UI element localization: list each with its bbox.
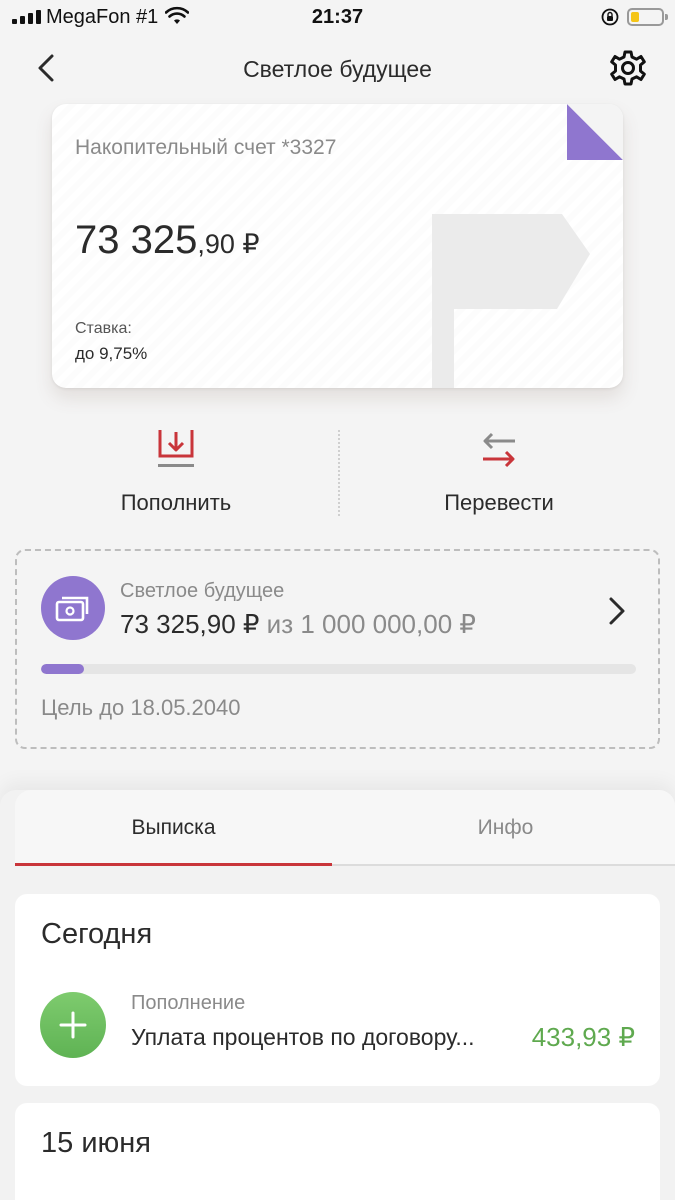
card-corner-fold bbox=[567, 104, 623, 160]
page-title: Светлое будущее bbox=[243, 56, 432, 82]
transfer-button[interactable]: Перевести bbox=[399, 428, 599, 516]
top-up-icon bbox=[158, 430, 194, 467]
goal-progress-bar bbox=[41, 664, 636, 674]
account-name: Накопительный счет *3327 bbox=[75, 136, 337, 159]
account-balance: 73 325,90 ₽ bbox=[75, 218, 260, 263]
transaction-category: Пополнение bbox=[131, 992, 246, 1014]
tab-info[interactable]: Инфо bbox=[347, 790, 664, 866]
status-bar: MegaFon #1 21:37 bbox=[0, 0, 675, 36]
flag-watermark-icon bbox=[432, 214, 590, 388]
goal-amounts: 73 325,90 ₽ из 1 000 000,00 ₽ bbox=[120, 609, 476, 640]
goal-avatar bbox=[41, 576, 105, 640]
statement-sheet: Выписка Инфо Сегодня Пополнение Уплата п… bbox=[0, 790, 675, 1200]
tab-statement[interactable]: Выписка bbox=[15, 790, 332, 866]
goal-deadline: Цель до 18.05.2040 bbox=[41, 695, 241, 720]
account-card[interactable]: Накопительный счет *3327 73 325,90 ₽ Ста… bbox=[52, 104, 623, 388]
goal-target-amount: из 1 000 000,00 ₽ bbox=[266, 609, 476, 639]
balance-main: 73 325 bbox=[75, 218, 198, 262]
day-group-title: 15 июня bbox=[41, 1127, 151, 1159]
goal-progress-fill bbox=[41, 664, 85, 674]
day-group-june-15: 15 июня bbox=[15, 1103, 660, 1200]
day-group-today: Сегодня Пополнение Уплата процентов по д… bbox=[15, 894, 660, 1086]
transfer-arrows-icon bbox=[483, 432, 515, 468]
rate-value: до 9,75% bbox=[75, 344, 148, 363]
transaction-row[interactable]: Пополнение Уплата процентов по договору.… bbox=[15, 986, 660, 1076]
savings-goal-card[interactable]: Светлое будущее 73 325,90 ₽ из 1 000 000… bbox=[15, 549, 660, 749]
settings-button[interactable] bbox=[608, 48, 648, 88]
tab-bar: Выписка Инфо bbox=[15, 790, 675, 866]
actions-divider bbox=[338, 430, 340, 516]
chevron-right-icon bbox=[609, 597, 625, 625]
day-group-title: Сегодня bbox=[41, 918, 153, 950]
plus-icon bbox=[59, 1011, 87, 1039]
transfer-label: Перевести bbox=[444, 490, 554, 515]
transaction-description: Уплата процентов по договору... bbox=[131, 1024, 475, 1050]
rotation-lock-icon bbox=[600, 7, 620, 32]
transaction-avatar bbox=[40, 992, 106, 1058]
clock: 21:37 bbox=[311, 6, 364, 28]
top-up-label: Пополнить bbox=[120, 490, 232, 515]
battery-icon bbox=[627, 8, 668, 26]
goal-name: Светлое будущее bbox=[120, 580, 285, 602]
balance-fraction: ,90 ₽ bbox=[197, 229, 260, 259]
transaction-amount: 433,93 ₽ bbox=[531, 1022, 635, 1052]
goal-current-amount: 73 325,90 ₽ bbox=[120, 609, 260, 639]
top-up-button[interactable]: Пополнить bbox=[76, 428, 276, 516]
gear-icon bbox=[610, 50, 646, 86]
rate-label: Ставка: bbox=[75, 320, 132, 337]
money-stack-icon bbox=[55, 596, 89, 622]
